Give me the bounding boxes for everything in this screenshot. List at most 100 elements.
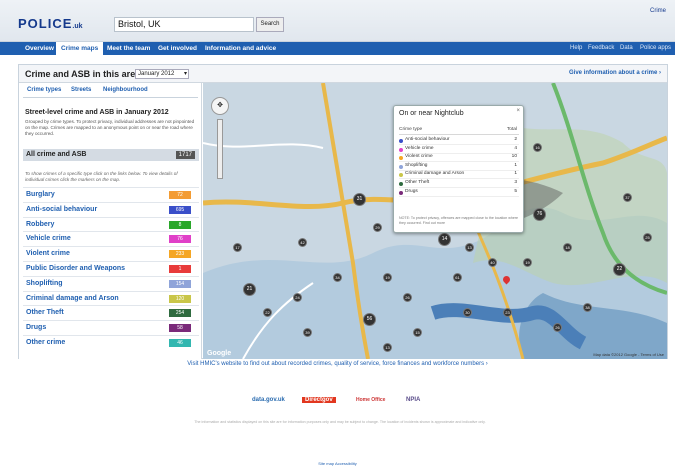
- crime-popup: On or near Nightclub × Crime type Total …: [393, 105, 524, 233]
- nav-police-apps[interactable]: Police apps: [640, 42, 671, 55]
- map-pan-control[interactable]: ✥: [211, 97, 229, 115]
- crime-count-badge: 154: [169, 279, 191, 288]
- crime-cluster-marker[interactable]: 56: [363, 313, 376, 326]
- tab-neighbourhood[interactable]: Neighbourhood: [103, 87, 148, 93]
- crime-cluster-marker[interactable]: 34: [333, 273, 342, 282]
- crime-cluster-marker[interactable]: 38: [583, 303, 592, 312]
- crime-type-row[interactable]: Violent crime 233: [23, 246, 199, 260]
- popup-row: Vehicle crime 4: [399, 146, 519, 154]
- popup-row: Shoplifting 1: [399, 163, 519, 171]
- crime-type-row[interactable]: Criminal damage and Arson 120: [23, 290, 199, 305]
- datagov-logo[interactable]: data.gov.uk: [252, 397, 285, 403]
- crime-type-row[interactable]: Public Disorder and Weapons 1: [23, 261, 199, 275]
- crime-type-row[interactable]: Other Theft 254: [23, 305, 199, 319]
- crime-cluster-marker[interactable]: 26: [403, 293, 412, 302]
- crime-map[interactable]: ✥ 14 13 19 26 34 56 39 61 40 19 76 24 22 30 15 21 38 23 26…: [203, 83, 667, 359]
- popup-crime-label: Other Theft: [405, 180, 430, 185]
- popup-crime-label: Shoplifting: [405, 162, 428, 168]
- popup-crime-label: Drugs: [405, 188, 418, 194]
- crime-dot-icon: [399, 190, 403, 195]
- crime-cluster-marker[interactable]: 25: [643, 233, 652, 242]
- map-zoom-slider[interactable]: [217, 119, 223, 179]
- crime-count-badge: 46: [169, 339, 191, 347]
- crime-cluster-marker[interactable]: 30: [463, 308, 472, 317]
- crime-type-label: Other Theft: [26, 309, 64, 317]
- nav-data[interactable]: Data: [620, 42, 633, 55]
- crime-cluster-marker[interactable]: 13: [465, 243, 474, 252]
- site-header: POLICE.uk Bristol, UK Search Crime: [0, 0, 675, 42]
- nav-get-involved[interactable]: Get involved: [153, 42, 202, 55]
- crime-cluster-marker[interactable]: 14: [438, 233, 451, 246]
- map-copyright: Map data ©2012 Google - Terms of Use: [593, 352, 664, 357]
- nav-information-advice[interactable]: Information and advice: [200, 42, 281, 55]
- crime-sidebar: Crime types Streets Neighbourhood Street…: [19, 83, 202, 359]
- crime-type-row[interactable]: Vehicle crime 76: [23, 231, 199, 245]
- nav-help[interactable]: Help: [570, 42, 582, 55]
- panel-header: Crime and ASB in this area in January 20…: [19, 65, 667, 83]
- crime-cluster-marker[interactable]: 31: [353, 193, 366, 206]
- crime-cluster-marker[interactable]: 29: [373, 223, 382, 232]
- crime-cluster-marker[interactable]: 19: [383, 273, 392, 282]
- directgov-logo[interactable]: Directgov: [302, 397, 336, 403]
- crime-cluster-marker[interactable]: 61: [453, 273, 462, 282]
- crime-type-row[interactable]: Other crime 46: [23, 335, 199, 349]
- nav-meet-the-team[interactable]: Meet the team: [102, 42, 155, 55]
- crime-cluster-marker[interactable]: 23: [503, 308, 512, 317]
- crime-cluster-marker[interactable]: 15: [413, 328, 422, 337]
- crime-dot-icon: [399, 164, 403, 169]
- crime-cluster-marker[interactable]: 24: [293, 293, 302, 302]
- police-logo[interactable]: POLICE.uk: [18, 16, 83, 31]
- crime-cluster-marker[interactable]: 16: [533, 143, 542, 152]
- crime-cluster-marker[interactable]: 17: [233, 243, 242, 252]
- crime-cluster-marker[interactable]: 39: [303, 328, 312, 337]
- popup-title: On or near Nightclub: [399, 110, 464, 117]
- tab-streets[interactable]: Streets: [71, 87, 91, 93]
- give-information-link[interactable]: Give information about a crime ›: [569, 70, 661, 76]
- crime-cluster-marker[interactable]: 22: [263, 308, 272, 317]
- month-select[interactable]: January 2012 ▾: [135, 69, 189, 79]
- crime-count-badge: 254: [169, 309, 191, 318]
- crime-type-row[interactable]: Drugs 58: [23, 320, 199, 334]
- sidebar-heading: Street-level crime and ASB in January 20…: [25, 109, 169, 116]
- crime-cluster-marker[interactable]: 26: [553, 323, 562, 332]
- crime-type-row[interactable]: Anti-social behaviour 695: [23, 201, 199, 216]
- nav-crime-maps[interactable]: Crime maps: [56, 42, 104, 55]
- close-icon[interactable]: ×: [516, 108, 520, 114]
- all-crime-label: All crime and ASB: [26, 151, 87, 158]
- crime-cluster-marker[interactable]: 37: [623, 193, 632, 202]
- crime-cluster-marker[interactable]: 13: [383, 343, 392, 352]
- hmic-link[interactable]: Visit HMIC's website to find out about r…: [0, 361, 675, 367]
- crime-count-badge: 76: [169, 235, 191, 244]
- crime-cluster-marker[interactable]: 42: [298, 238, 307, 247]
- all-crime-row[interactable]: All crime and ASB 1717: [23, 149, 199, 161]
- crime-type-row[interactable]: Robbery 8: [23, 216, 199, 231]
- crime-type-row[interactable]: Burglary 72: [23, 187, 199, 201]
- crime-link[interactable]: Crime: [650, 8, 666, 14]
- crime-dot-icon: [399, 182, 403, 186]
- crime-cluster-marker[interactable]: 19: [523, 258, 532, 267]
- popup-crime-total: 10: [511, 154, 517, 160]
- crime-type-label: Vehicle crime: [26, 235, 71, 243]
- crime-type-label: Robbery: [26, 220, 55, 228]
- home-office-logo[interactable]: Home Office: [356, 397, 385, 403]
- main-nav: Overview Crime maps Meet the team Get in…: [0, 42, 675, 55]
- crime-cluster-marker[interactable]: 76: [533, 208, 546, 221]
- tab-crime-types[interactable]: Crime types: [27, 87, 61, 93]
- nav-overview[interactable]: Overview: [20, 42, 59, 55]
- crime-cluster-marker[interactable]: 22: [613, 263, 626, 276]
- search-button[interactable]: Search: [256, 17, 284, 32]
- popup-row: Anti-social behaviour 2: [399, 137, 519, 145]
- popup-crime-label: Criminal damage and Arson: [405, 171, 465, 177]
- crime-type-label: Public Disorder and Weapons: [26, 265, 126, 272]
- crime-type-row[interactable]: Shoplifting 154: [23, 275, 199, 290]
- footer-links[interactable]: Site map Accessibility: [0, 461, 675, 466]
- nav-feedback[interactable]: Feedback: [588, 42, 614, 55]
- npia-logo[interactable]: NPIA: [406, 397, 420, 403]
- crime-cluster-marker[interactable]: 18: [563, 243, 572, 252]
- location-search-input[interactable]: Bristol, UK: [114, 17, 254, 32]
- crime-cluster-marker[interactable]: 40: [488, 258, 497, 267]
- crime-cluster-marker[interactable]: 21: [243, 283, 256, 296]
- crime-type-label: Criminal damage and Arson: [26, 294, 119, 302]
- popup-note: NOTE: To protect privacy, offences are m…: [399, 216, 519, 225]
- popup-crime-label: Violent crime: [405, 154, 433, 160]
